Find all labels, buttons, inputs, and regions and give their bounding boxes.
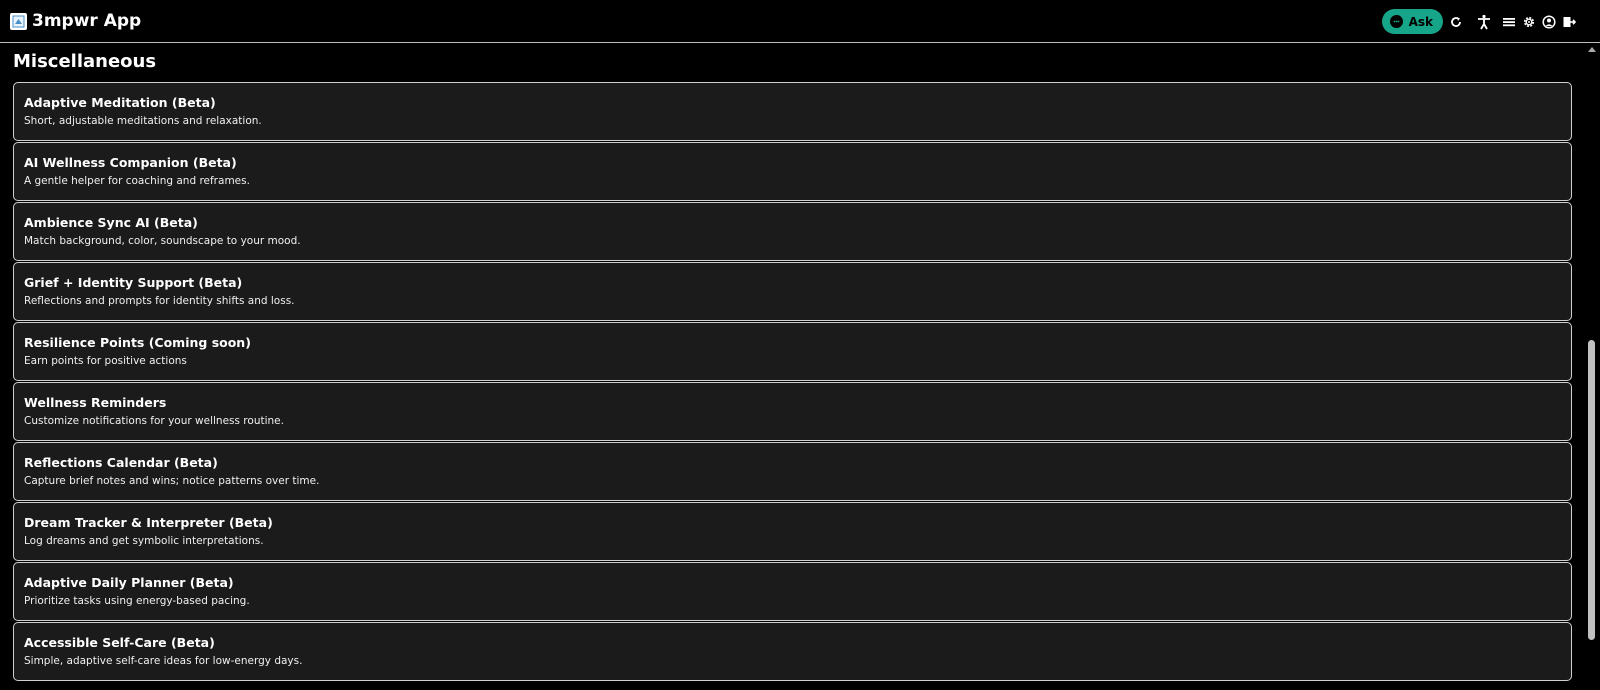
accessibility-icon[interactable] — [1475, 13, 1493, 31]
ask-label: Ask — [1408, 14, 1433, 29]
feature-card-title: Adaptive Daily Planner (Beta) — [24, 575, 234, 590]
feature-card-title: Adaptive Meditation (Beta) — [24, 95, 216, 110]
feature-list: Adaptive Meditation (Beta) Short, adjust… — [13, 82, 1572, 682]
feature-card-description: Customize notifications for your wellnes… — [24, 415, 284, 427]
user-icon[interactable] — [1540, 13, 1558, 31]
gear-icon[interactable] — [1520, 13, 1538, 31]
feature-card-title: Dream Tracker & Interpreter (Beta) — [24, 515, 273, 530]
ask-button[interactable]: Ask — [1381, 9, 1443, 34]
feature-card-title: Wellness Reminders — [24, 395, 167, 410]
feature-card-description: Reflections and prompts for identity shi… — [24, 295, 295, 307]
feature-card-reflections-calendar[interactable]: Reflections Calendar (Beta) Capture brie… — [13, 442, 1572, 501]
feature-card-ai-wellness-companion[interactable]: AI Wellness Companion (Beta) A gentle he… — [13, 142, 1572, 201]
feature-card-description: Simple, adaptive self-care ideas for low… — [24, 655, 303, 667]
feature-card-adaptive-daily-planner[interactable]: Adaptive Daily Planner (Beta) Prioritize… — [13, 562, 1572, 621]
top-bar: 3mpwr App Ask — [0, 0, 1600, 43]
feature-card-adaptive-meditation[interactable]: Adaptive Meditation (Beta) Short, adjust… — [13, 82, 1572, 141]
vertical-scrollbar[interactable] — [1584, 44, 1600, 690]
feature-card-accessible-self-care[interactable]: Accessible Self-Care (Beta) Simple, adap… — [13, 622, 1572, 681]
feature-card-title: Reflections Calendar (Beta) — [24, 455, 218, 470]
feature-card-ambience-sync[interactable]: Ambience Sync AI (Beta) Match background… — [13, 202, 1572, 261]
feature-card-title: Accessible Self-Care (Beta) — [24, 635, 215, 650]
chat-icon — [1389, 15, 1403, 28]
app-title: 3mpwr App — [32, 11, 142, 31]
feature-card-wellness-reminders[interactable]: Wellness Reminders Customize notificatio… — [13, 382, 1572, 441]
feature-card-description: Short, adjustable meditations and relaxa… — [24, 115, 262, 127]
feature-card-title: AI Wellness Companion (Beta) — [24, 155, 237, 170]
brand[interactable]: 3mpwr App — [10, 11, 141, 31]
feature-card-description: Match background, color, soundscape to y… — [24, 235, 301, 247]
feature-card-description: Log dreams and get symbolic interpretati… — [24, 535, 264, 547]
refresh-icon[interactable] — [1447, 13, 1465, 31]
section-title: Miscellaneous — [13, 51, 157, 72]
feature-card-grief-identity-support[interactable]: Grief + Identity Support (Beta) Reflecti… — [13, 262, 1572, 321]
feature-card-description: Capture brief notes and wins; notice pat… — [24, 475, 320, 487]
feature-card-description: A gentle helper for coaching and reframe… — [24, 175, 250, 187]
menu-icon[interactable] — [1500, 13, 1518, 31]
feature-card-title: Resilience Points (Coming soon) — [24, 335, 251, 350]
feature-card-title: Ambience Sync AI (Beta) — [24, 215, 198, 230]
scroll-up-arrow-icon[interactable] — [1588, 47, 1596, 52]
feature-card-title: Grief + Identity Support (Beta) — [24, 275, 243, 290]
feature-card-description: Prioritize tasks using energy-based paci… — [24, 595, 250, 607]
logout-icon[interactable] — [1560, 13, 1578, 31]
app-logo-icon — [10, 12, 27, 30]
feature-card-resilience-points[interactable]: Resilience Points (Coming soon) Earn poi… — [13, 322, 1572, 381]
main-content: Miscellaneous Adaptive Meditation (Beta)… — [0, 44, 1584, 690]
scrollbar-thumb[interactable] — [1588, 340, 1595, 640]
header-actions: Ask — [1381, 0, 1578, 43]
feature-card-description: Earn points for positive actions — [24, 355, 187, 367]
feature-card-dream-tracker[interactable]: Dream Tracker & Interpreter (Beta) Log d… — [13, 502, 1572, 561]
